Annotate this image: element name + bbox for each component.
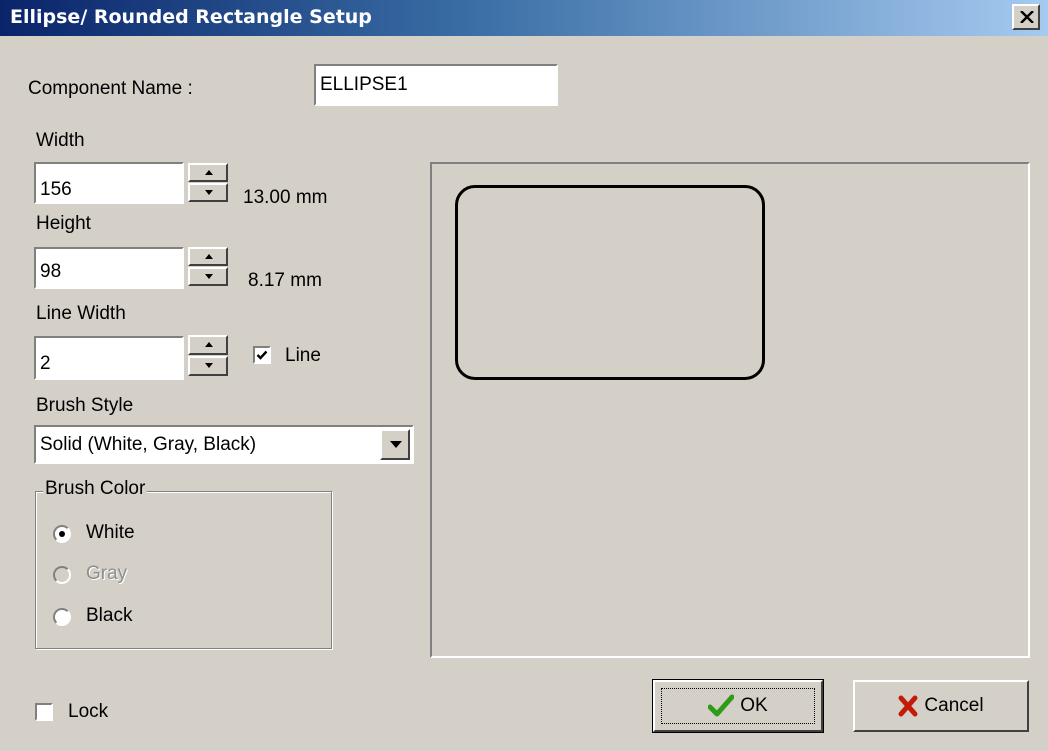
component-name-input[interactable]: ELLIPSE1 [314, 64, 558, 106]
checkmark-icon [256, 350, 268, 360]
width-input[interactable]: 156 [34, 162, 184, 204]
ok-button-label: OK [740, 695, 768, 716]
width-label: Width [36, 130, 85, 151]
lock-label: Lock [68, 701, 109, 722]
width-spin-up[interactable] [188, 163, 228, 182]
close-button[interactable] [1012, 4, 1040, 30]
x-cross-icon [898, 695, 918, 717]
arrow-up-icon [205, 254, 213, 259]
line-width-spin-down[interactable] [188, 356, 228, 376]
ok-button[interactable]: OK [652, 679, 824, 733]
arrow-down-icon [205, 190, 213, 195]
component-name-label: Component Name : [28, 78, 193, 99]
cancel-button-label: Cancel [924, 695, 984, 716]
radio-gray[interactable] [53, 566, 71, 584]
height-input[interactable]: 98 [34, 247, 184, 289]
title-bar: Ellipse/ Rounded Rectangle Setup [0, 0, 1048, 36]
brush-style-dropdown-button[interactable] [380, 429, 410, 460]
close-icon [1020, 11, 1034, 23]
width-mm-text: 13.00 mm [243, 187, 328, 208]
line-width-value: 2 [40, 353, 51, 374]
brush-color-group [35, 491, 332, 649]
component-name-value: ELLIPSE1 [320, 74, 408, 95]
brush-style-label: Brush Style [36, 395, 134, 416]
width-spinner [188, 163, 228, 203]
radio-white[interactable] [53, 525, 71, 543]
radio-selected-dot [59, 531, 65, 537]
line-width-input[interactable]: 2 [34, 336, 184, 380]
checkmark-icon [708, 694, 735, 717]
arrow-up-icon [205, 342, 213, 347]
brush-style-select[interactable]: Solid (White, Gray, Black) [34, 425, 414, 464]
line-width-spinner [188, 335, 228, 377]
line-checkbox-label: Line [285, 345, 321, 366]
brush-style-value: Solid (White, Gray, Black) [40, 433, 257, 455]
height-value: 98 [40, 261, 62, 282]
chevron-down-icon [390, 441, 402, 448]
height-mm-text: 8.17 mm [248, 270, 322, 291]
radio-black[interactable] [53, 608, 71, 626]
line-checkbox[interactable] [253, 346, 271, 364]
radio-gray-label: Gray [86, 563, 128, 584]
line-width-spin-up[interactable] [188, 335, 228, 355]
window-title: Ellipse/ Rounded Rectangle Setup [10, 6, 372, 28]
height-spinner [188, 247, 228, 287]
arrow-down-icon [205, 274, 213, 279]
radio-black-label: Black [86, 605, 133, 626]
height-spin-up[interactable] [188, 247, 228, 266]
width-spin-down[interactable] [188, 183, 228, 202]
arrow-up-icon [205, 170, 213, 175]
brush-color-legend: Brush Color [43, 478, 148, 500]
height-spin-down[interactable] [188, 267, 228, 286]
arrow-down-icon [205, 363, 213, 368]
preview-rounded-rectangle [455, 185, 765, 380]
radio-white-label: White [86, 522, 135, 543]
line-width-label: Line Width [36, 303, 126, 324]
height-label: Height [36, 213, 91, 234]
cancel-button[interactable]: Cancel [853, 680, 1029, 732]
lock-checkbox[interactable] [35, 703, 53, 721]
width-value: 156 [40, 179, 72, 200]
